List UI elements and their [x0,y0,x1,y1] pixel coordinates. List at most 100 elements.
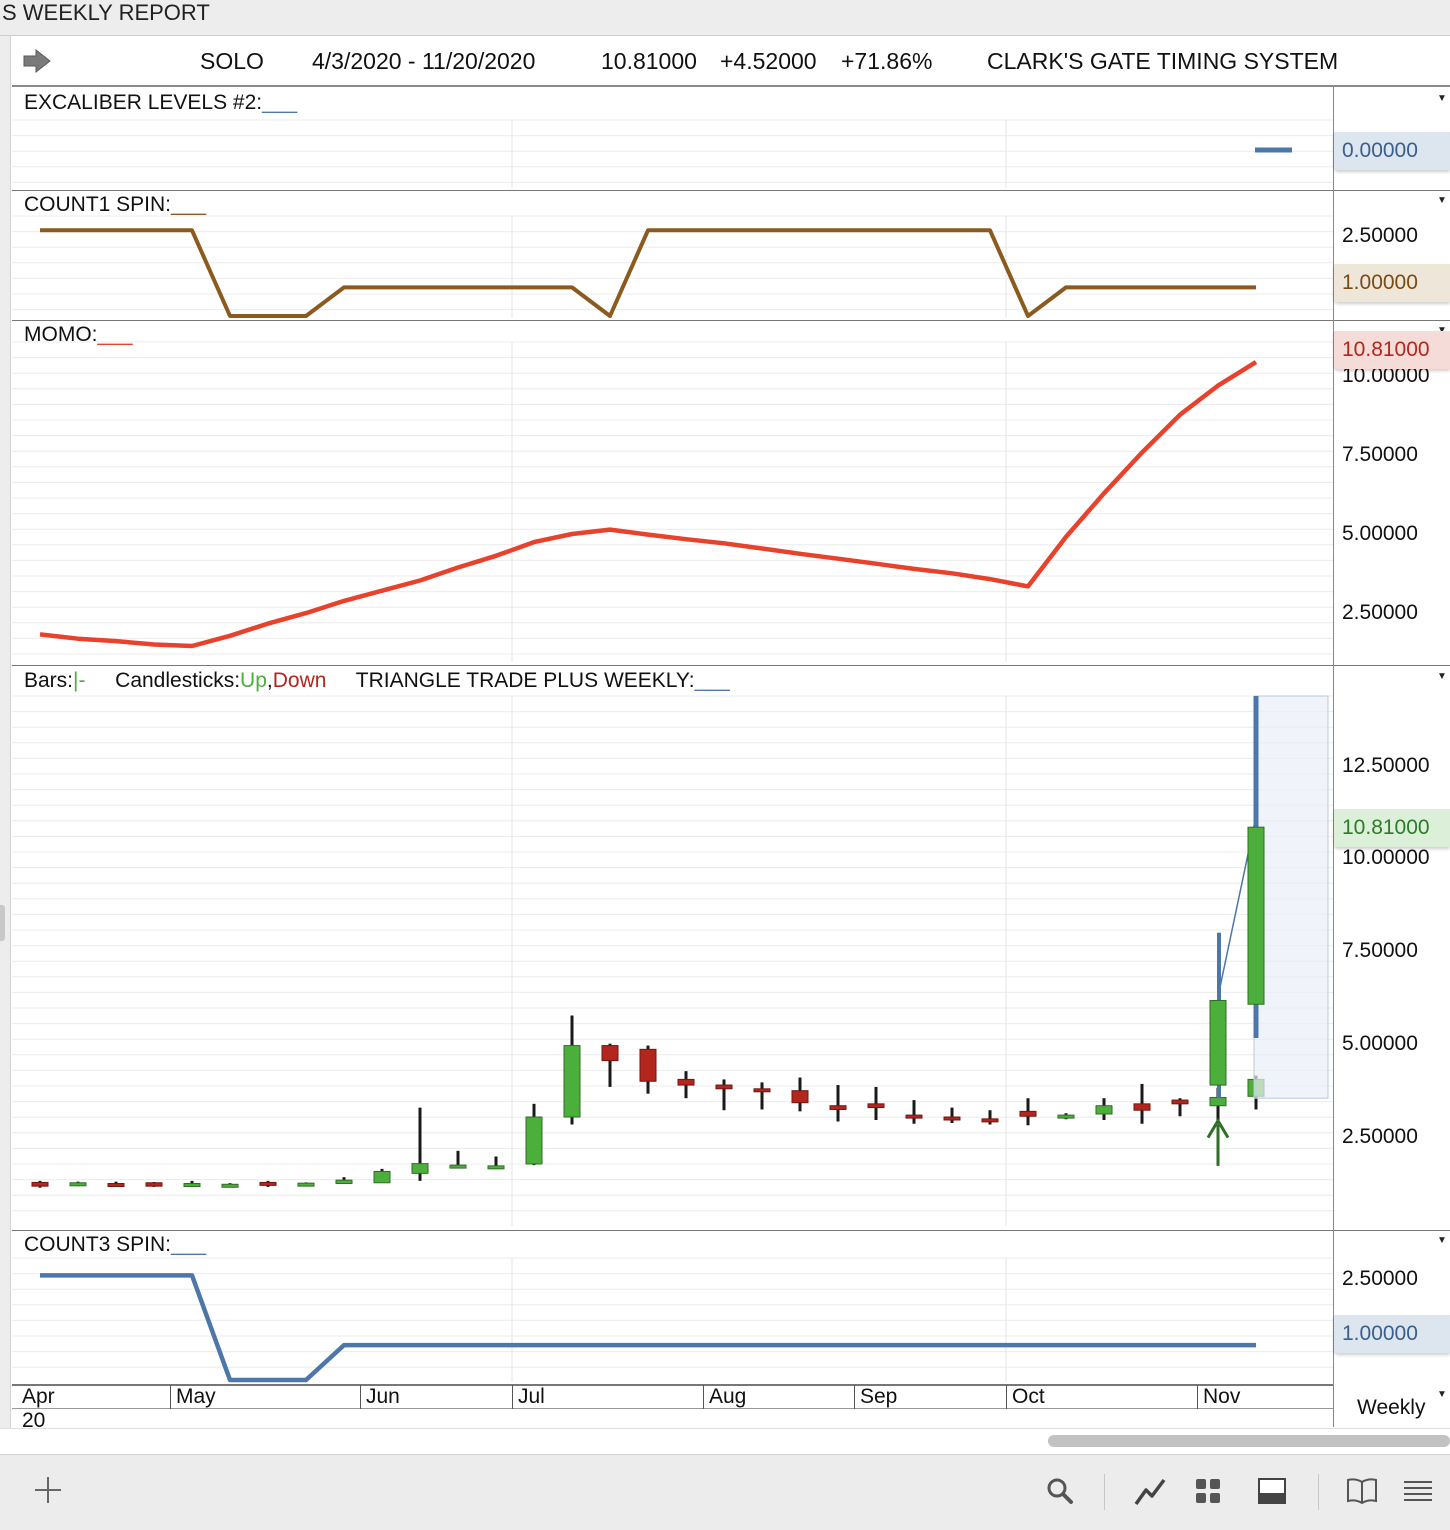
axis-tick-label: 12.50000 [1342,754,1430,777]
panel-menu-caret[interactable]: ▼ [1437,195,1447,206]
count1-label: COUNT1 SPIN:___ [24,193,206,217]
period-menu-caret[interactable]: ▼ [1437,1389,1447,1400]
momo-value-tag: 10.81000 [1334,331,1450,369]
candle-body [639,1048,657,1082]
candle-body [69,1182,87,1187]
up-label: Up [240,669,267,692]
month-label: May [176,1385,216,1408]
count3-label-text: COUNT3 SPIN: [24,1233,172,1256]
momo-label-text: MOMO: [24,323,98,346]
month-label: Aug [709,1385,747,1408]
scrollbar-thumb[interactable] [1048,1435,1450,1447]
axis-tick-label: 2.50000 [1342,224,1418,247]
month-label: Apr [22,1385,55,1408]
period-selector[interactable]: Weekly [1357,1396,1425,1420]
candle-body [1171,1099,1189,1105]
momo-legend: ___ [97,323,133,346]
candle-body [411,1163,429,1174]
momo-label: MOMO:___ [24,323,133,347]
excaliber-label-text: EXCALIBER LEVELS #2: [24,91,263,114]
bottom-toolbar [0,1454,1450,1530]
candle-body [601,1045,619,1062]
candle-body [145,1182,163,1187]
axis-tick-label: 2.50000 [1342,1267,1418,1290]
count1-label-text: COUNT1 SPIN: [24,193,172,216]
count3-series [40,1273,1256,1383]
candle-body [791,1090,809,1104]
candle-body [1133,1103,1151,1111]
count3-legend: ___ [171,1233,207,1256]
candle-body [563,1045,581,1118]
axis-tick-label: 2.50000 [1342,1125,1418,1148]
count3-line [40,1273,1256,1383]
buy-arrow-icon [1206,1117,1230,1166]
triangle-zone [1253,695,1329,1099]
candle-body [1209,999,1227,1086]
candle-body [867,1103,885,1109]
count3-label: COUNT3 SPIN:___ [24,1233,206,1257]
candle-body [449,1164,467,1169]
month-label: Nov [1203,1385,1241,1408]
grid-layout-icon[interactable] [1188,1470,1228,1510]
candle-body [183,1183,201,1188]
candle-body [1095,1105,1113,1115]
axis-tick-label: 5.00000 [1342,522,1418,545]
candle-body [677,1078,695,1086]
toolbar-separator [1104,1474,1105,1510]
count1-legend: ___ [171,193,207,216]
candle-body [31,1181,49,1187]
excaliber-legend: ___ [262,91,298,114]
triangle-trade-series [1206,695,1329,1166]
candle-body [981,1118,999,1123]
candle-body [1247,826,1265,1005]
book-icon[interactable] [1342,1470,1382,1510]
month-label: Jul [518,1385,545,1408]
axis-tick-label: 5.00000 [1342,1032,1418,1055]
panel-divider [12,190,1450,191]
candle-body [297,1182,315,1187]
month-tick [1197,1385,1198,1409]
month-tick [512,1385,513,1409]
search-icon[interactable] [1040,1470,1080,1510]
candle-body [753,1088,771,1093]
candle-body [373,1170,391,1184]
candle-body [335,1179,353,1185]
candle-body [1057,1114,1075,1119]
down-label: Down [272,669,327,692]
excaliber-label: EXCALIBER LEVELS #2:___ [24,91,297,115]
bars-label: Bars: [24,669,74,692]
month-label: Jun [366,1385,400,1408]
excaliber-value-tag: 0.00000 [1334,132,1450,170]
panel-divider [12,320,1450,321]
month-tick [703,1385,704,1409]
panel-menu-caret[interactable]: ▼ [1437,671,1447,682]
month-label: Oct [1012,1385,1045,1408]
chart-area[interactable] [0,0,1450,1430]
month-tick [854,1385,855,1409]
candle-body [259,1181,277,1186]
plus-icon[interactable] [28,1470,68,1510]
candle-body [715,1084,733,1090]
candle-body [487,1165,505,1170]
toolbar-separator [1318,1474,1319,1510]
panel-divider [12,665,1450,666]
candle-body [943,1116,961,1121]
panel-menu-caret[interactable]: ▼ [1437,93,1447,104]
chart-grid [12,119,1333,1382]
menu-icon[interactable] [1398,1470,1438,1510]
count1-series [40,228,1256,318]
count3-value-tag: 1.00000 [1334,1315,1450,1353]
count1-value-tag: 1.00000 [1334,264,1450,302]
count1-line [40,228,1256,318]
month-tick [170,1385,171,1409]
draw-line-icon[interactable] [1130,1470,1170,1510]
candle-body [829,1105,847,1110]
panel-layout-icon[interactable] [1252,1470,1292,1510]
candle-body [1019,1110,1037,1117]
axis-tick-label: 2.50000 [1342,601,1418,624]
panel-menu-caret[interactable]: ▼ [1437,1235,1447,1246]
candle-body [525,1116,543,1165]
candlesticks-label: Candlesticks: [115,669,241,692]
axis-tick-label: 10.00000 [1342,846,1430,869]
price-value-tag: 10.81000 [1334,809,1450,847]
